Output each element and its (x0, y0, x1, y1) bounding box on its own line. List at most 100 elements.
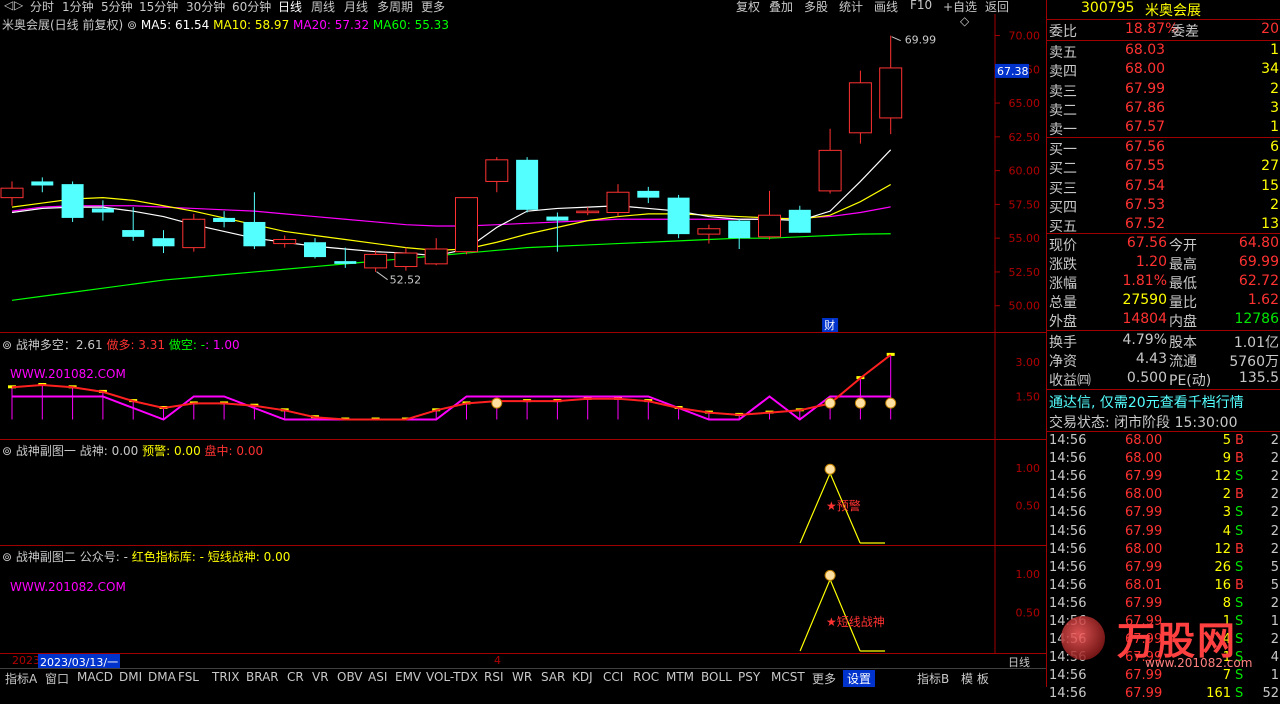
indicator-tab-15[interactable]: WR (512, 670, 532, 684)
ma60-line (11, 233, 891, 301)
stats-value-2: 69.99 (1238, 254, 1279, 270)
top-right-btn-5[interactable]: F10 (910, 0, 932, 12)
indicator-tab-23[interactable]: MCST (771, 670, 805, 684)
indicator-tab-9[interactable]: VR (312, 670, 329, 684)
top-right-btn-4[interactable]: 画线 (874, 0, 898, 15)
collapse-icon[interactable]: ⊚ (2, 338, 12, 352)
candle-body-down (637, 190, 660, 198)
indicator-tab-11[interactable]: ASI (368, 670, 387, 684)
buys-row[interactable]: 买三 67.54 15 (1047, 178, 1280, 197)
logo-emblem-icon (1061, 616, 1105, 660)
indicator-tab-8[interactable]: CR (287, 670, 304, 684)
sells-row[interactable]: 卖三 67.99 2 (1047, 81, 1280, 100)
prev-icon[interactable]: ◁ (4, 0, 13, 12)
sells-row[interactable]: 卖五 68.03 1 (1047, 42, 1280, 61)
tick-row: 14:56 68.01 16 B 5 (1047, 578, 1280, 596)
top-right-btn-3[interactable]: 统计 (839, 0, 863, 15)
main-chart-panel: 米奥会展(日线 前复权) ⊚ MA5: 61.54 MA10: 58.97 MA… (0, 14, 1046, 333)
template-tab[interactable]: 模 板 (961, 670, 989, 687)
period-tab-8[interactable]: 月线 (344, 0, 368, 15)
sells-label: 卖二 (1049, 102, 1077, 119)
period-tab-5[interactable]: 60分钟 (232, 0, 271, 15)
period-tab-1[interactable]: 1分钟 (62, 0, 94, 15)
indicator-tab-0[interactable]: 指标A (5, 670, 37, 687)
buys-row[interactable]: 买五 67.52 13 (1047, 216, 1280, 235)
money-bag-icon (885, 397, 897, 409)
indicator-tab-6[interactable]: TRIX (212, 670, 239, 684)
tick-side: B (1235, 451, 1244, 467)
candlestick-chart[interactable]: 70.0067.5065.0062.5060.0057.5055.0052.50… (0, 14, 1046, 332)
candle-body-down (213, 217, 236, 222)
sells-row[interactable]: 卖二 67.86 3 (1047, 100, 1280, 119)
stats-label: 外盘 (1049, 314, 1077, 330)
collapse-icon[interactable]: ⊚ (2, 550, 12, 564)
sells-label: 卖四 (1049, 64, 1077, 81)
period-tab-4[interactable]: 30分钟 (186, 0, 225, 15)
buys-row[interactable]: 买二 67.55 27 (1047, 158, 1280, 177)
tick-side: B (1235, 487, 1244, 503)
indicator-tab-3[interactable]: DMI (119, 670, 142, 684)
y-tick-label: 70.00 (1009, 30, 1041, 43)
sells-volume: 1 (1270, 42, 1279, 58)
candle-body-down (546, 216, 569, 221)
money-bag-icon (854, 397, 866, 409)
tick-row: 14:56 68.00 2 B 2 (1047, 487, 1280, 505)
candle-body-up (455, 197, 478, 253)
period-tab-7[interactable]: 周线 (311, 0, 335, 15)
tick-count: 2 (1270, 487, 1279, 503)
stock-name: 米奥会展 (1145, 3, 1201, 19)
indicator-tab-10[interactable]: OBV (337, 670, 363, 684)
top-right-btn-1[interactable]: 叠加 (769, 0, 793, 15)
indicator-tab-18[interactable]: CCI (603, 670, 623, 684)
y-tick-label: 62.50 (1009, 131, 1041, 144)
period-tab-10[interactable]: 更多 (421, 0, 445, 15)
tick-volume: 2 (1222, 487, 1231, 503)
period-tab-9[interactable]: 多周期 (377, 0, 413, 15)
tick-price: 67.99 (1125, 559, 1163, 575)
candle (606, 184, 630, 217)
promo-link[interactable]: 通达信, 仅需20元查看千档行情 (1047, 392, 1280, 411)
tick-row: 14:56 68.00 12 B 2 (1047, 542, 1280, 560)
period-tab-2[interactable]: 5分钟 (101, 0, 133, 15)
top-right-btn-6[interactable]: +自选 (943, 0, 977, 15)
indicator-b-tab[interactable]: 指标B (917, 670, 949, 687)
buys-volume: 27 (1261, 158, 1279, 175)
stats-label: 现价 (1049, 238, 1077, 254)
indicator-tab-20[interactable]: MTM (666, 670, 694, 684)
sells-row[interactable]: 卖一 67.57 1 (1047, 119, 1280, 138)
buys-row[interactable]: 买一 67.56 6 (1047, 139, 1280, 158)
period-tab-3[interactable]: 15分钟 (139, 0, 178, 15)
next-icon[interactable]: ▷ (14, 0, 23, 12)
top-right-btn-0[interactable]: 复权 (736, 0, 760, 15)
candle (182, 213, 206, 252)
indicator-tab-16[interactable]: SAR (541, 670, 565, 684)
indicator-tab-1[interactable]: 窗口 (45, 670, 69, 687)
indicator-tab-25[interactable]: 设置 (843, 670, 876, 687)
stats-value-2: 1.62 (1247, 292, 1279, 308)
candle-body-up (758, 214, 781, 238)
top-right-btn-7[interactable]: 返回 (985, 0, 1009, 15)
stats-value: 1.81% (1122, 273, 1167, 289)
indicator-tab-24[interactable]: 更多 (812, 670, 836, 687)
candle-body-down (516, 159, 539, 210)
indicator-tab-7[interactable]: BRAR (246, 670, 279, 684)
indicator-tab-2[interactable]: MACD (77, 670, 113, 684)
indicator-tab-12[interactable]: EMV (395, 670, 421, 684)
tick-time: 14:56 (1049, 577, 1087, 593)
sells-row[interactable]: 卖四 68.00 34 (1047, 61, 1280, 81)
indicator-tab-21[interactable]: BOLL (701, 670, 732, 684)
stats-label: 涨跌 (1049, 257, 1077, 273)
period-tab-0[interactable]: 分时 (30, 0, 54, 15)
period-tab-6[interactable]: 日线 (278, 0, 302, 15)
buys-row[interactable]: 买四 67.53 2 (1047, 197, 1280, 216)
collapse-icon[interactable]: ⊚ (2, 444, 12, 458)
indicator-tab-13[interactable]: VOL-TDX (426, 670, 478, 684)
indicator-tab-14[interactable]: RSI (484, 670, 504, 684)
indicator-tab-19[interactable]: ROC (633, 670, 659, 684)
indicator-tab-5[interactable]: FSL (178, 670, 199, 684)
indicator-tab-4[interactable]: DMA (148, 670, 176, 684)
indicator-tab-17[interactable]: KDJ (572, 670, 593, 684)
indicator-tab-22[interactable]: PSY (738, 670, 760, 684)
top-right-btn-2[interactable]: 多股 (804, 0, 828, 15)
ind3-alert-label: ★短线战神 (826, 615, 885, 629)
